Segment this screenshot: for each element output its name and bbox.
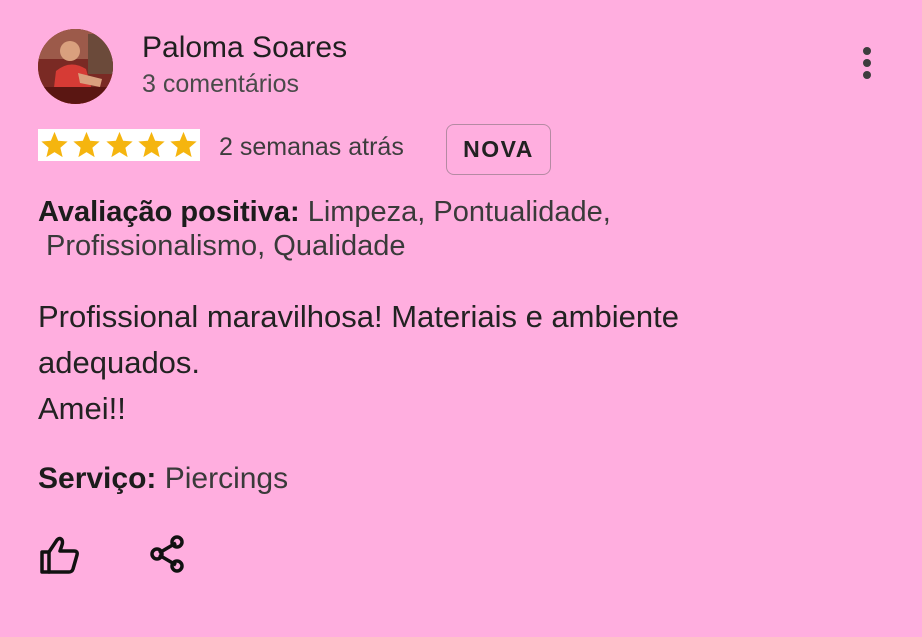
new-badge: NOVA — [446, 124, 551, 175]
star-icon — [170, 131, 197, 158]
avatar[interactable] — [38, 29, 113, 104]
review-time: 2 semanas atrás — [219, 133, 404, 161]
positive-feedback: Avaliação positiva: Limpeza, Pontualidad… — [38, 195, 738, 263]
review-text-line: Amei!! — [38, 391, 126, 426]
thumbs-up-icon — [40, 536, 79, 574]
service-value: Piercings — [156, 462, 289, 495]
more-vertical-icon[interactable] — [850, 42, 884, 84]
review-text: Profissional maravilhosa! Materiais e am… — [38, 294, 818, 432]
positive-line-1: Avaliação positiva: Limpeza, Pontualidad… — [38, 195, 738, 229]
share-button[interactable] — [148, 534, 188, 574]
star-icon — [41, 131, 68, 158]
positive-label: Avaliação positiva: — [38, 196, 300, 228]
author-comment-count: 3 comentários — [142, 70, 300, 98]
review-text-line: Profissional maravilhosa! Materiais e am… — [38, 299, 679, 334]
share-icon — [150, 535, 184, 573]
star-rating — [38, 129, 200, 161]
star-icon — [73, 131, 100, 158]
author-name[interactable]: Paloma Soares — [142, 30, 347, 66]
like-button[interactable] — [38, 535, 82, 575]
review-card: Paloma Soares 3 comentários 2 semanas at… — [0, 0, 922, 637]
star-icon — [105, 131, 133, 158]
positive-values-2: Profissionalismo, Qualidade — [38, 230, 406, 262]
service-label: Serviço: — [38, 462, 157, 495]
positive-values-1: Limpeza, Pontualidade, — [299, 196, 611, 228]
review-text-line: adequados. — [38, 345, 201, 380]
star-icon — [138, 131, 165, 158]
service-info: Serviço: Piercings — [38, 461, 288, 497]
